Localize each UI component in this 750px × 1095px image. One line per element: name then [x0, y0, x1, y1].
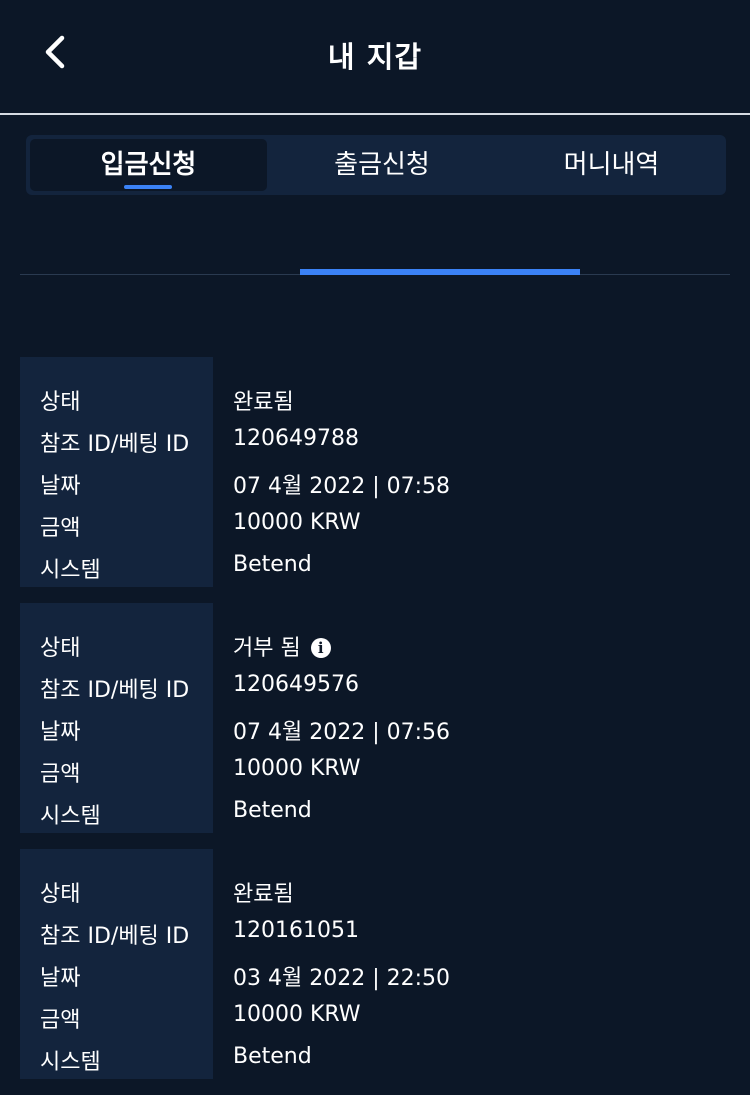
system-label: 시스템 — [40, 558, 101, 583]
transaction-record: 상태 거부 됨 i 참조 ID/베팅 ID 120649576 날짜 07 4월 … — [20, 603, 730, 833]
date-label: 날짜 — [40, 474, 81, 499]
amount-value: 10000 KRW — [233, 510, 361, 535]
active-tab-indicator — [124, 185, 172, 189]
tab-withdraw-request[interactable]: 출금신청 — [267, 139, 497, 191]
tab-label: 머니내역 — [563, 150, 660, 180]
status-value: 완료됨 — [233, 882, 294, 907]
ref-label: 참조 ID/베팅 ID — [40, 432, 190, 457]
sub-tab-indicator — [300, 269, 580, 275]
transaction-record: 상태 완료됨 참조 ID/베팅 ID 120161051 날짜 03 4월 20… — [20, 849, 730, 1079]
page-title: 내 지갑 — [327, 40, 423, 74]
header-divider — [0, 113, 750, 115]
system-value: Betend — [233, 552, 312, 577]
system-value: Betend — [233, 1044, 312, 1069]
status-label: 상태 — [40, 882, 81, 907]
system-label: 시스템 — [40, 804, 101, 829]
date-label: 날짜 — [40, 966, 81, 991]
amount-label: 금액 — [40, 516, 81, 541]
ref-label: 참조 ID/베팅 ID — [40, 924, 190, 949]
system-value: Betend — [233, 798, 312, 823]
app-header: 내 지갑 — [0, 0, 750, 113]
date-value: 07 4월 2022 | 07:56 — [233, 720, 451, 745]
tab-money-history[interactable]: 머니내역 — [497, 139, 726, 191]
status-value-row: 거부 됨 i — [233, 630, 331, 662]
ref-value: 120649788 — [233, 426, 359, 451]
ref-label: 참조 ID/베팅 ID — [40, 678, 190, 703]
amount-label: 금액 — [40, 762, 81, 787]
transaction-record: 상태 완료됨 참조 ID/베팅 ID 120649788 날짜 07 4월 20… — [20, 357, 730, 587]
date-value: 03 4월 2022 | 22:50 — [233, 966, 451, 991]
info-icon[interactable]: i — [310, 638, 331, 658]
status-label: 상태 — [40, 390, 81, 415]
tab-deposit-request[interactable]: 입금신청 — [30, 139, 267, 191]
status-value: 거부 됨 — [233, 636, 301, 661]
date-value: 07 4월 2022 | 07:58 — [233, 474, 451, 499]
amount-value: 10000 KRW — [233, 1002, 361, 1027]
amount-value: 10000 KRW — [233, 756, 361, 781]
status-label: 상태 — [40, 636, 81, 661]
system-label: 시스템 — [40, 1050, 101, 1075]
ref-value: 120649576 — [233, 672, 359, 697]
wallet-tabs: 입금신청 출금신청 머니내역 — [26, 135, 726, 195]
amount-label: 금액 — [40, 1008, 81, 1033]
status-value: 완료됨 — [233, 390, 294, 415]
tab-label: 입금신청 — [100, 150, 197, 180]
tab-label: 출금신청 — [334, 150, 430, 180]
ref-value: 120161051 — [233, 918, 359, 943]
date-label: 날짜 — [40, 720, 81, 745]
